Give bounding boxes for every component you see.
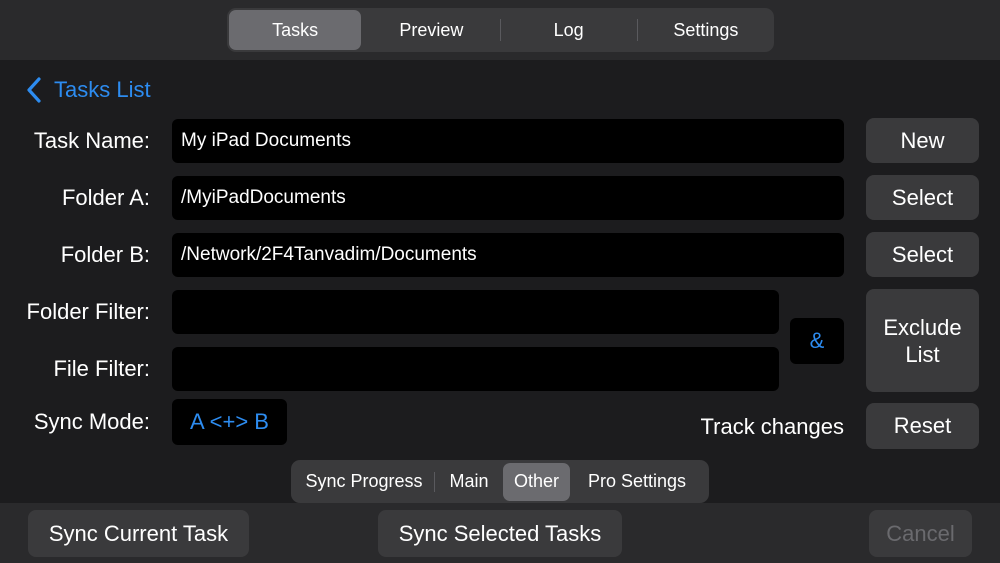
sync-mode-button[interactable]: A <+> B: [172, 399, 287, 445]
tab-settings[interactable]: Settings: [640, 10, 772, 50]
subtab-other[interactable]: Other: [503, 462, 570, 501]
select-folder-a-button[interactable]: Select: [866, 175, 979, 220]
exclude-list-button[interactable]: Exclude List: [866, 289, 979, 392]
cancel-button[interactable]: Cancel: [869, 510, 972, 557]
sync-selected-tasks-button[interactable]: Sync Selected Tasks: [378, 510, 622, 557]
tab-separator: [499, 19, 501, 41]
task-name-field[interactable]: My iPad Documents: [172, 119, 844, 163]
folder-b-field[interactable]: /Network/2F4Tanvadim/Documents: [172, 233, 844, 277]
exclude-list-label-line2: List: [905, 341, 940, 367]
tab-log[interactable]: Log: [503, 10, 635, 50]
sync-current-task-button[interactable]: Sync Current Task: [28, 510, 249, 557]
folder-b-label: Folder B:: [60, 242, 150, 267]
main-tab-segmented-control: Tasks Preview Log Settings: [227, 8, 774, 52]
sync-mode-label: Sync Mode:: [33, 409, 150, 434]
tab-preview[interactable]: Preview: [365, 10, 497, 50]
subtab-main[interactable]: Main: [435, 463, 503, 501]
subtab-sync-progress[interactable]: Sync Progress: [294, 463, 434, 501]
task-name-label: Task Name:: [33, 128, 150, 153]
subtab-pro-settings[interactable]: Pro Settings: [570, 463, 704, 501]
folder-filter-label: Folder Filter:: [26, 299, 150, 324]
reset-button[interactable]: Reset: [866, 403, 979, 449]
track-changes-label: Track changes: [700, 414, 844, 439]
folder-a-label: Folder A:: [61, 185, 150, 210]
new-task-button[interactable]: New: [866, 118, 979, 163]
tab-separator: [636, 19, 638, 41]
sub-tab-segmented-control: Sync Progress Main Other Pro Settings: [291, 460, 709, 503]
folder-a-field[interactable]: /MyiPadDocuments: [172, 176, 844, 220]
folder-filter-field[interactable]: [172, 290, 779, 334]
tab-tasks[interactable]: Tasks: [229, 10, 362, 50]
file-filter-label: File Filter:: [53, 356, 150, 381]
file-filter-field[interactable]: [172, 347, 779, 391]
filter-join-button[interactable]: &: [790, 318, 844, 364]
select-folder-b-button[interactable]: Select: [866, 232, 979, 277]
exclude-list-label-line1: Exclude: [883, 314, 962, 340]
back-to-tasks-list-button[interactable]: Tasks List: [26, 74, 151, 106]
chevron-left-icon: [27, 77, 41, 103]
back-label: Tasks List: [54, 77, 151, 102]
